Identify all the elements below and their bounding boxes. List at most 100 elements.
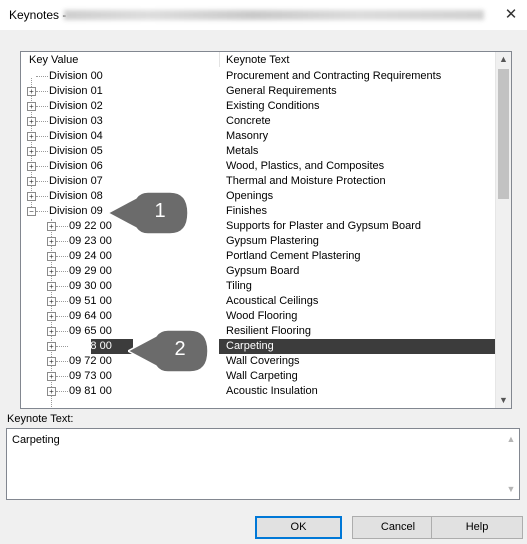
row-keynote-text: Masonry bbox=[226, 130, 269, 142]
close-icon[interactable]: ✕ bbox=[501, 6, 521, 24]
row-keynote-text: General Requirements bbox=[226, 85, 337, 97]
keynote-text-field[interactable]: Carpeting ▲ ▼ bbox=[6, 428, 520, 500]
scroll-thumb[interactable] bbox=[498, 69, 509, 199]
expand-icon[interactable]: + bbox=[27, 132, 36, 141]
row-key-value: 09 65 00 bbox=[69, 325, 112, 337]
row-key-value: 09 68 00 bbox=[69, 340, 112, 352]
tree-vertical-scrollbar[interactable]: ▲ ▼ bbox=[495, 52, 511, 408]
tree-connector bbox=[56, 316, 68, 317]
tree-row[interactable]: + Division 01 General Requirements bbox=[21, 84, 496, 99]
tree-connector bbox=[36, 136, 48, 137]
row-key-value: 09 23 00 bbox=[69, 235, 112, 247]
expand-icon[interactable]: + bbox=[47, 237, 56, 246]
tree-row[interactable]: + Division 03 Concrete bbox=[21, 114, 496, 129]
keynote-tree[interactable]: Key Value Keynote Text Division 00 Procur… bbox=[20, 51, 512, 409]
row-key-value: 09 73 00 bbox=[69, 370, 112, 382]
header-separator[interactable] bbox=[219, 52, 220, 67]
tree-connector bbox=[36, 106, 48, 107]
tree-connector bbox=[36, 181, 48, 182]
tree-row[interactable]: + Division 06 Wood, Plastics, and Composit… bbox=[21, 159, 496, 174]
tree-row[interactable]: + Division 07 Thermal and Moisture Protect… bbox=[21, 174, 496, 189]
row-keynote-text: Acoustical Ceilings bbox=[226, 295, 319, 307]
row-key-value: Division 00 bbox=[49, 70, 103, 82]
tree-row[interactable]: +09 23 00 Gypsum Plastering bbox=[21, 234, 496, 249]
callout-1-number: 1 bbox=[154, 200, 166, 222]
tree-connector bbox=[36, 91, 48, 92]
row-key-value: 09 24 00 bbox=[69, 250, 112, 262]
row-key-value: 09 64 00 bbox=[69, 310, 112, 322]
tree-connector bbox=[56, 226, 68, 227]
tree-row[interactable]: − Division 09 Finishes bbox=[21, 204, 496, 219]
tree-row[interactable]: + Division 04 Masonry bbox=[21, 129, 496, 144]
header-keynote-text[interactable]: Keynote Text bbox=[226, 54, 289, 66]
tree-row[interactable]: + Division 05 Metals bbox=[21, 144, 496, 159]
row-keynote-text: Procurement and Contracting Requirements bbox=[226, 70, 442, 82]
tree-connector bbox=[56, 376, 68, 377]
scroll-down-icon[interactable]: ▼ bbox=[503, 481, 519, 497]
tree-row[interactable]: +09 30 00 Tiling bbox=[21, 279, 496, 294]
expand-icon[interactable]: + bbox=[47, 312, 56, 321]
expand-icon[interactable]: + bbox=[47, 282, 56, 291]
tree-row[interactable]: + Division 08 Openings bbox=[21, 189, 496, 204]
expand-icon[interactable]: + bbox=[27, 177, 36, 186]
expand-icon[interactable]: + bbox=[47, 252, 56, 261]
window-title: Keynotes - bbox=[9, 8, 67, 22]
tree-connector bbox=[56, 271, 68, 272]
row-keynote-text: Openings bbox=[226, 190, 274, 202]
tree-rows: Division 00 Procurement and Contracting R… bbox=[21, 69, 511, 399]
tree-row[interactable]: +09 73 00 Wall Carpeting bbox=[21, 369, 496, 384]
tree-row[interactable]: +09 24 00 Portland Cement Plastering bbox=[21, 249, 496, 264]
row-key-value: Division 07 bbox=[49, 175, 103, 187]
row-key-value: Division 06 bbox=[49, 160, 103, 172]
tree-connector bbox=[36, 211, 48, 212]
row-keynote-text: Gypsum Plastering bbox=[226, 235, 319, 247]
expand-icon[interactable]: + bbox=[27, 102, 36, 111]
expand-icon[interactable]: + bbox=[47, 372, 56, 381]
expand-icon[interactable]: + bbox=[47, 222, 56, 231]
tree-row[interactable]: + Division 02 Existing Conditions bbox=[21, 99, 496, 114]
header-key-value[interactable]: Key Value bbox=[29, 54, 78, 66]
blurred-file-path bbox=[64, 10, 484, 20]
callout-2-number: 2 bbox=[174, 338, 186, 360]
tree-connector bbox=[56, 256, 68, 257]
expand-icon[interactable]: + bbox=[47, 357, 56, 366]
tree-row[interactable]: +09 68 00 Carpeting bbox=[21, 339, 511, 354]
tree-row[interactable]: +09 72 00 Wall Coverings bbox=[21, 354, 496, 369]
row-keynote-text: Concrete bbox=[226, 115, 271, 127]
tree-row[interactable]: +09 29 00 Gypsum Board bbox=[21, 264, 496, 279]
tree-connector bbox=[36, 121, 48, 122]
tree-connector bbox=[56, 361, 68, 362]
help-button[interactable]: Help bbox=[431, 516, 523, 539]
scroll-up-icon[interactable]: ▲ bbox=[503, 431, 519, 447]
expand-icon[interactable]: + bbox=[47, 297, 56, 306]
row-key-value: Division 02 bbox=[49, 100, 103, 112]
expand-icon[interactable]: + bbox=[47, 342, 56, 351]
keynote-text-scrollbar[interactable]: ▲ ▼ bbox=[503, 429, 519, 499]
tree-connector bbox=[56, 286, 68, 287]
tree-row[interactable]: +09 81 00 Acoustic Insulation bbox=[21, 384, 496, 399]
expand-icon[interactable]: + bbox=[47, 267, 56, 276]
tree-row[interactable]: +09 22 00 Supports for Plaster and Gypsum… bbox=[21, 219, 496, 234]
collapse-icon[interactable]: − bbox=[27, 207, 36, 216]
tree-header: Key Value Keynote Text bbox=[21, 52, 496, 68]
row-key-value: 09 51 00 bbox=[69, 295, 112, 307]
expand-icon[interactable]: + bbox=[27, 147, 36, 156]
row-keynote-text: Resilient Flooring bbox=[226, 325, 311, 337]
expand-icon[interactable]: + bbox=[27, 117, 36, 126]
row-key-value: Division 08 bbox=[49, 190, 103, 202]
scroll-up-icon[interactable]: ▲ bbox=[496, 52, 511, 67]
row-key-value: 09 29 00 bbox=[69, 265, 112, 277]
expand-icon[interactable]: + bbox=[47, 387, 56, 396]
expand-icon[interactable]: + bbox=[27, 192, 36, 201]
scroll-down-icon[interactable]: ▼ bbox=[496, 393, 511, 408]
tree-row[interactable]: +09 64 00 Wood Flooring bbox=[21, 309, 496, 324]
expand-icon[interactable]: + bbox=[27, 162, 36, 171]
ok-button[interactable]: OK bbox=[255, 516, 342, 539]
tree-row[interactable]: +09 51 00 Acoustical Ceilings bbox=[21, 294, 496, 309]
keynote-text-label: Keynote Text: bbox=[7, 413, 74, 425]
tree-row[interactable]: Division 00 Procurement and Contracting R… bbox=[21, 69, 496, 84]
tree-connector bbox=[56, 391, 68, 392]
expand-icon[interactable]: + bbox=[27, 87, 36, 96]
tree-row[interactable]: +09 65 00 Resilient Flooring bbox=[21, 324, 496, 339]
expand-icon[interactable]: + bbox=[47, 327, 56, 336]
